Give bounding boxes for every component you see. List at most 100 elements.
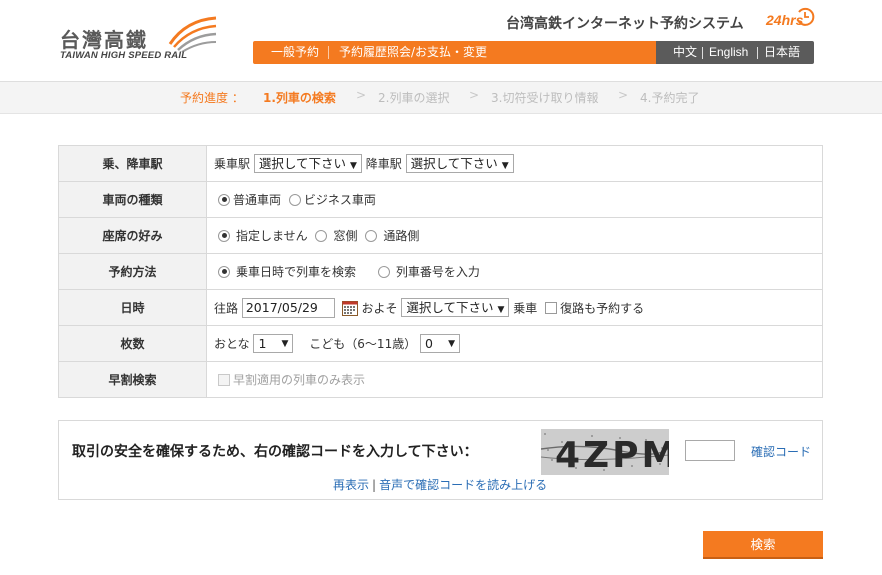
method-field: 乗車日時で列車を検索 列車番号を入力 bbox=[206, 253, 823, 290]
method-train-number-label: 列車番号を入力 bbox=[395, 265, 480, 279]
logo-chinese-text: 台灣高鐵 bbox=[60, 28, 148, 52]
depart-label: 乗車駅 bbox=[214, 157, 251, 171]
row-method: 予約方法 乗車日時で列車を検索 列車番号を入力 bbox=[58, 253, 823, 290]
progress-step-4: 4.予約完了 bbox=[640, 91, 700, 105]
seat-window-radio[interactable] bbox=[315, 229, 328, 242]
early-label: 早割検索 bbox=[58, 361, 207, 398]
car-type-label: 車両の種類 bbox=[58, 181, 207, 218]
early-field: 早割適用の列車のみ表示 bbox=[206, 361, 823, 398]
system-title: 台湾高鉄インターネット予約システム bbox=[506, 16, 744, 32]
car-type-standard-radio[interactable] bbox=[218, 193, 230, 206]
car-type-business-label: ビジネス車両 bbox=[303, 193, 376, 207]
dropdown-arrow-icon: ▼ bbox=[281, 339, 289, 349]
depart-station-select[interactable]: 選択して下さい ▼ bbox=[253, 154, 362, 173]
progress-step-2: 2.列車の選択 bbox=[378, 91, 450, 105]
arrive-label: 降車駅 bbox=[365, 157, 402, 171]
departure-time-value: 選択して下さい bbox=[406, 300, 494, 315]
captcha-prompt: 取引の安全を確保するため、右の確認コードを入力して下さい： bbox=[72, 444, 478, 460]
seat-pref-field: 指定しません 窓側 通路側 bbox=[206, 217, 823, 254]
return-trip-checkbox[interactable] bbox=[545, 301, 558, 314]
seat-aisle-radio[interactable] bbox=[365, 229, 378, 242]
clock-icon bbox=[797, 7, 815, 26]
departure-time-select[interactable]: 選択して下さい ▼ bbox=[401, 298, 510, 317]
child-count-value: 0 bbox=[425, 336, 433, 351]
station-label: 乗、降車駅 bbox=[58, 145, 207, 182]
booking-progress: 予約進度 ： 1.列車の検索 > 2.列車の選択 > 3.切符受け取り情報 > … bbox=[0, 81, 882, 114]
early-discount-checkbox bbox=[218, 373, 230, 386]
lang-divider bbox=[757, 47, 758, 59]
seat-none-label: 指定しません bbox=[236, 229, 308, 243]
logo-english-text: TAIWAN HIGH SPEED RAIL bbox=[60, 50, 188, 61]
captcha-input[interactable] bbox=[685, 440, 735, 461]
adult-label: おとな bbox=[214, 337, 250, 351]
method-datetime-radio[interactable] bbox=[218, 265, 230, 278]
captcha-actions: 再表示 | 音声で確認コードを読み上げる bbox=[333, 476, 547, 493]
nav-divider bbox=[328, 46, 329, 59]
captcha-image: 4ZPM bbox=[541, 429, 669, 475]
lang-english[interactable]: English bbox=[709, 41, 748, 64]
seat-none-radio[interactable] bbox=[218, 229, 230, 242]
arrive-station-select[interactable]: 選択して下さい ▼ bbox=[405, 154, 514, 173]
method-train-number-radio[interactable] bbox=[377, 265, 390, 278]
search-form: 乗、降車駅 乗車駅 選択して下さい ▼ 降車駅 選択して下さい ▼ 車両の種類 普通… bbox=[58, 145, 823, 398]
calendar-icon[interactable] bbox=[341, 300, 358, 316]
search-button[interactable]: 検索 bbox=[703, 531, 823, 559]
row-seat-pref: 座席の好み 指定しません 窓側 通路側 bbox=[58, 217, 823, 254]
progress-label: 予約進度 ： bbox=[180, 91, 244, 105]
captcha-code-text: 4ZPM bbox=[555, 435, 669, 475]
captcha-audio-link[interactable]: 音声で確認コードを読み上げる bbox=[379, 478, 547, 492]
tickets-label: 枚数 bbox=[58, 325, 207, 362]
lang-chinese[interactable]: 中文 bbox=[673, 41, 697, 64]
dropdown-arrow-icon: ▼ bbox=[497, 305, 505, 315]
tickets-field: おとな 1 ▼ こども（6〜11歳） 0 ▼ bbox=[206, 325, 823, 362]
method-datetime-label: 乗車日時で列車を検索 bbox=[236, 265, 357, 279]
seat-pref-label: 座席の好み bbox=[58, 217, 207, 254]
24hrs-badge: 24hrs bbox=[766, 7, 816, 32]
date-label: 日時 bbox=[58, 289, 207, 326]
arrive-station-value: 選択して下さい bbox=[410, 156, 498, 171]
progress-arrow: > bbox=[469, 88, 480, 102]
method-label: 予約方法 bbox=[58, 253, 207, 290]
progress-step-1: 1.列車の検索 bbox=[263, 91, 336, 105]
thsr-logo[interactable]: 台灣高鐵 TAIWAN HIGH SPEED RAIL bbox=[58, 10, 228, 65]
progress-arrow: > bbox=[356, 88, 367, 102]
nav-booking-history[interactable]: 予約履歴照会/お支払・変更 bbox=[339, 41, 487, 64]
dropdown-arrow-icon: ▼ bbox=[448, 339, 456, 349]
captcha-section: 取引の安全を確保するため、右の確認コードを入力して下さい： 4ZPM 確認コード… bbox=[58, 420, 823, 500]
row-early: 早割検索 早割適用の列車のみ表示 bbox=[58, 361, 823, 398]
row-tickets: 枚数 おとな 1 ▼ こども（6〜11歳） 0 ▼ bbox=[58, 325, 823, 362]
return-trip-label: 復路も予約する bbox=[560, 301, 645, 315]
row-car-type: 車両の種類 普通車両 ビジネス車両 bbox=[58, 181, 823, 218]
progress-step-3: 3.切符受け取り情報 bbox=[491, 91, 599, 105]
car-type-standard-label: 普通車両 bbox=[233, 193, 282, 207]
date-field: 往路 2017/05/29 およそ 選択して下さい ▼ 乗車 復路も予約する bbox=[206, 289, 823, 326]
lang-divider bbox=[702, 47, 703, 59]
language-bar: 中文 English 日本語 bbox=[656, 41, 814, 64]
main-nav: 一般予約 予約履歴照会/お支払・変更 bbox=[253, 41, 656, 64]
progress-arrow: > bbox=[618, 88, 629, 102]
dropdown-arrow-icon: ▼ bbox=[349, 161, 357, 171]
adult-count-select[interactable]: 1 ▼ bbox=[253, 334, 294, 353]
adult-count-value: 1 bbox=[258, 336, 267, 351]
child-count-select[interactable]: 0 ▼ bbox=[420, 334, 461, 353]
seat-window-label: 窓側 bbox=[333, 229, 358, 243]
car-type-business-radio[interactable] bbox=[288, 193, 301, 206]
depart-station-value: 選択して下さい bbox=[258, 156, 346, 171]
early-discount-label: 早割適用の列車のみ表示 bbox=[233, 373, 366, 387]
approx-label: およそ bbox=[361, 301, 398, 315]
lang-japanese[interactable]: 日本語 bbox=[764, 41, 800, 64]
dropdown-arrow-icon: ▼ bbox=[501, 161, 509, 171]
row-station: 乗、降車駅 乗車駅 選択して下さい ▼ 降車駅 選択して下さい ▼ bbox=[58, 145, 823, 182]
captcha-refresh-link[interactable]: 再表示 bbox=[333, 478, 369, 492]
outbound-date-input[interactable]: 2017/05/29 bbox=[241, 297, 335, 318]
row-date: 日時 往路 2017/05/29 およそ 選択して下さい ▼ 乗車 復路も予約する bbox=[58, 289, 823, 326]
logo-swoosh-icon bbox=[168, 16, 217, 53]
station-field: 乗車駅 選択して下さい ▼ 降車駅 選択して下さい ▼ bbox=[206, 145, 823, 182]
board-label: 乗車 bbox=[513, 301, 538, 315]
nav-general-booking[interactable]: 一般予約 bbox=[271, 41, 319, 64]
captcha-code-link[interactable]: 確認コード bbox=[751, 443, 811, 460]
outbound-label: 往路 bbox=[214, 301, 239, 315]
captcha-link-separator: | bbox=[372, 478, 377, 492]
car-type-field: 普通車両 ビジネス車両 bbox=[206, 181, 823, 218]
site-header: 台灣高鐵 TAIWAN HIGH SPEED RAIL 台湾高鉄インターネット予… bbox=[0, 0, 882, 80]
